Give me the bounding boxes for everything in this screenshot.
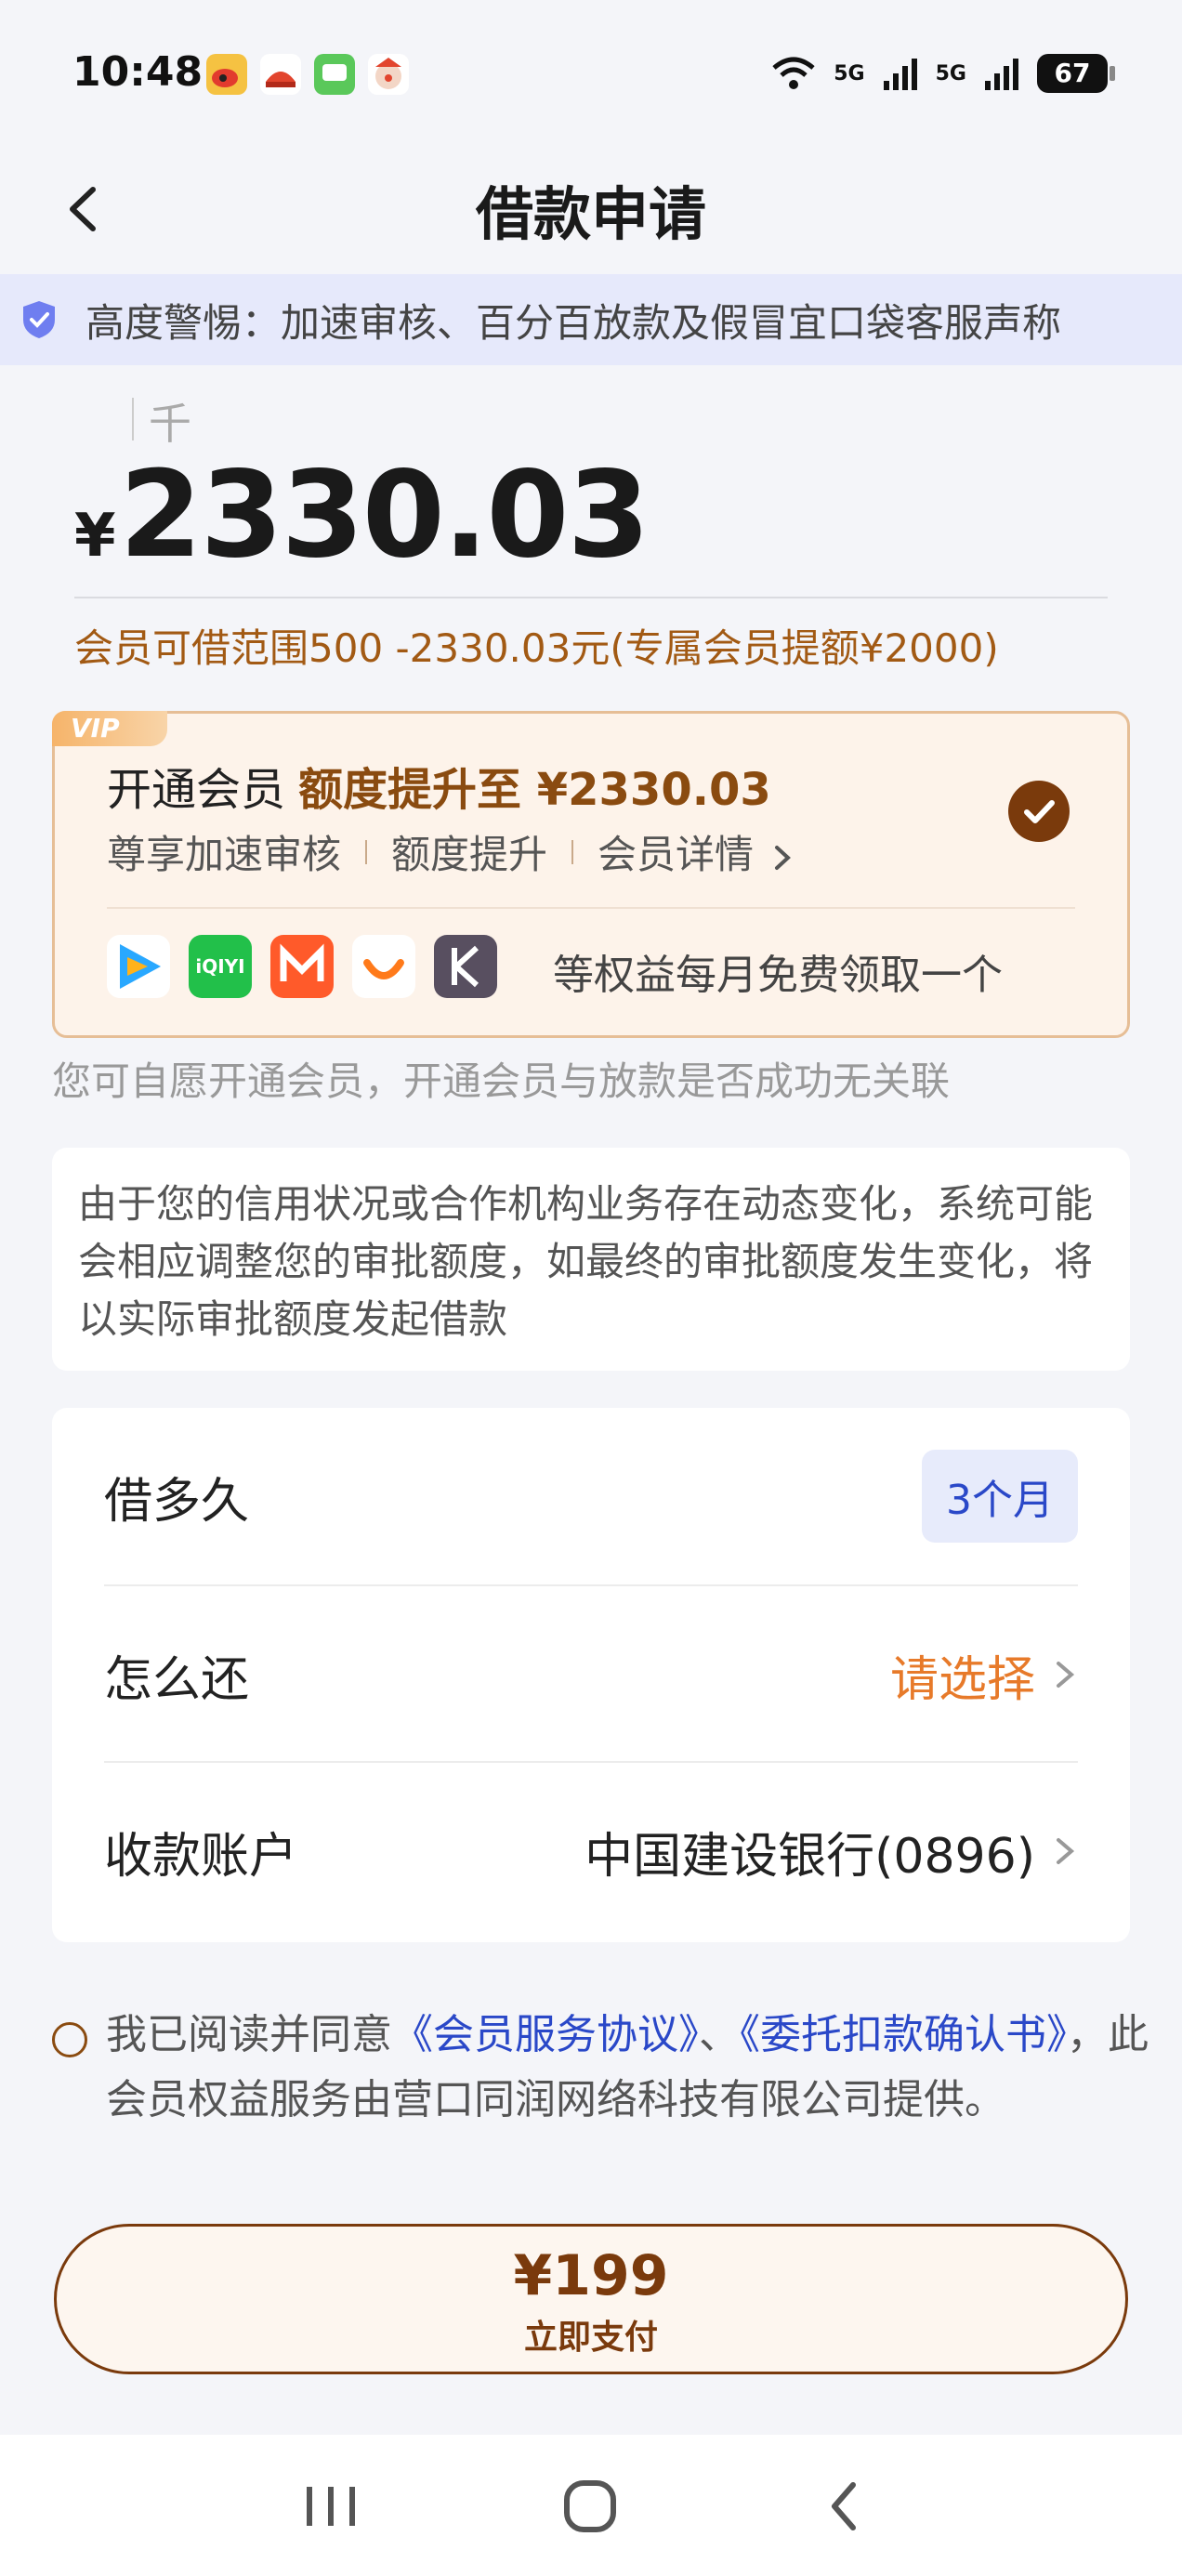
pay-price: ¥199 [513, 2243, 669, 2308]
vip-features: 尊享加速审核 额度提升 会员详情 [107, 823, 794, 880]
wifi-icon [772, 57, 815, 89]
messages-app-icon [314, 54, 355, 95]
nav-header: 借款申请 [0, 149, 1182, 274]
chevron-right-icon [1057, 1838, 1075, 1864]
notice-text: 由于您的信用状况或合作机构业务存在动态变化，系统可能会相应调整您的审批额度，如最… [78, 1181, 1094, 1342]
agreement-separator: 、 [699, 2011, 740, 2058]
vip-title: 开通会员 额度提升至 ¥2330.03 [107, 753, 771, 818]
debit-authorization-link[interactable]: 《委托扣款确认书》 [740, 2011, 1067, 2058]
signal-icon-2 [985, 59, 1018, 90]
pay-now-button[interactable]: ¥199 立即支付 [54, 2224, 1128, 2374]
term-chip[interactable]: 3个月 [922, 1450, 1078, 1543]
repay-value: 请选择 [889, 1651, 1035, 1708]
repay-select[interactable]: 请选择 [890, 1640, 1078, 1710]
amount-row[interactable]: ¥ 2330.03 [74, 446, 650, 585]
repay-method-row[interactable]: 怎么还 请选择 [104, 1586, 1078, 1763]
term-label: 借多久 [104, 1473, 250, 1530]
benefit-app-icons: iQIYI [107, 935, 497, 998]
page-title: 借款申请 [475, 180, 706, 248]
account-select[interactable]: 中国建设银行(0896) [584, 1817, 1078, 1886]
game-app-icon [260, 54, 301, 95]
receiving-account-row[interactable]: 收款账户 中国建设银行(0896) [104, 1763, 1078, 1939]
feature-separator [365, 839, 368, 864]
signal-icon [883, 59, 917, 90]
currency-symbol: ¥ [74, 502, 116, 571]
clown-app-icon [368, 54, 409, 95]
benefit-text: 等权益每月免费领取一个 [553, 952, 1003, 999]
member-service-agreement-link[interactable]: 《会员服务协议》 [392, 2011, 699, 2058]
repay-label: 怎么还 [104, 1651, 250, 1708]
recent-apps-icon [307, 2487, 355, 2526]
system-nav-bar [0, 2435, 1182, 2576]
home-icon [564, 2480, 616, 2532]
shield-icon [23, 301, 55, 338]
amount-input[interactable]: 2330.03 [120, 446, 650, 585]
vip-feature-limit-boost: 额度提升 [391, 832, 548, 877]
status-indicators: 5G 5G 67 [770, 54, 1115, 93]
agreement-prefix: 我已阅读并同意 [106, 2011, 392, 2058]
vip-feature-fast-review: 尊享加速审核 [107, 832, 342, 877]
agreement-text: 我已阅读并同意《会员服务协议》、《委托扣款确认书》，此会员权益服务由营口同润网络… [52, 2003, 1149, 2133]
mango-tv-icon [270, 935, 334, 998]
status-time: 10:48 [72, 48, 204, 96]
tencent-video-icon [107, 935, 170, 998]
pay-label: 立即支付 [523, 2319, 658, 2357]
chevron-right-icon [1057, 1662, 1075, 1688]
vip-details-link[interactable]: 会员详情 [598, 823, 794, 880]
loan-options-card: 借多久 3个月 怎么还 请选择 收款账户 中国建设银行(0896) [52, 1408, 1130, 1942]
warning-banner: 高度警惕：加速审核、百分百放款及假冒宜口袋客服声称 [0, 274, 1182, 365]
vip-title-prefix: 开通会员 [107, 764, 286, 816]
account-value: 中国建设银行(0896) [584, 1828, 1035, 1885]
agreement: 我已阅读并同意《会员服务协议》、《委托扣款确认书》，此会员权益服务由营口同润网络… [52, 2003, 1149, 2133]
vip-title-highlight: 额度提升至 ¥2330.03 [298, 764, 771, 816]
recent-apps-button[interactable] [294, 2474, 368, 2539]
warning-text: 高度警惕：加速审核、百分百放款及假冒宜口袋客服声称 [85, 299, 1062, 346]
feature-separator [571, 839, 574, 864]
voluntary-notice: 您可自愿开通会员，开通会员与放款是否成功无关联 [52, 1058, 951, 1104]
check-icon [1024, 800, 1055, 823]
vip-details-label: 会员详情 [598, 832, 755, 877]
network-label-1: 5G [834, 61, 865, 85]
keep-icon [434, 935, 497, 998]
weibo-app-icon [206, 54, 247, 95]
amount-divider [74, 597, 1108, 598]
status-bar: 10:48 5G 5G 67 [0, 0, 1182, 149]
iqiyi-icon: iQIYI [189, 935, 252, 998]
didi-icon [352, 935, 415, 998]
amount-unit-hint: 千 [132, 390, 191, 452]
home-button[interactable] [554, 2474, 628, 2539]
network-label-2: 5G [935, 61, 966, 85]
notice-card: 由于您的信用状况或合作机构业务存在动态变化，系统可能会相应调整您的审批额度，如最… [52, 1148, 1130, 1371]
account-label: 收款账户 [104, 1828, 298, 1885]
agree-checkbox[interactable] [52, 2022, 87, 2057]
vip-tag: VIP [52, 711, 167, 746]
battery-indicator: 67 [1037, 54, 1115, 93]
vip-card[interactable]: VIP 开通会员 额度提升至 ¥2330.03 尊享加速审核 额度提升 会员详情 … [52, 711, 1130, 1038]
borrow-range-text: 会员可借范围500 -2330.03元(专属会员提额¥2000) [74, 625, 999, 671]
vip-divider [107, 907, 1075, 909]
chevron-right-icon [775, 845, 792, 870]
notification-icons [206, 54, 409, 95]
back-arrow-icon [832, 2482, 856, 2530]
system-back-button[interactable] [808, 2474, 883, 2539]
vip-selected-check[interactable] [1008, 781, 1070, 842]
term-row[interactable]: 借多久 3个月 [104, 1408, 1078, 1584]
